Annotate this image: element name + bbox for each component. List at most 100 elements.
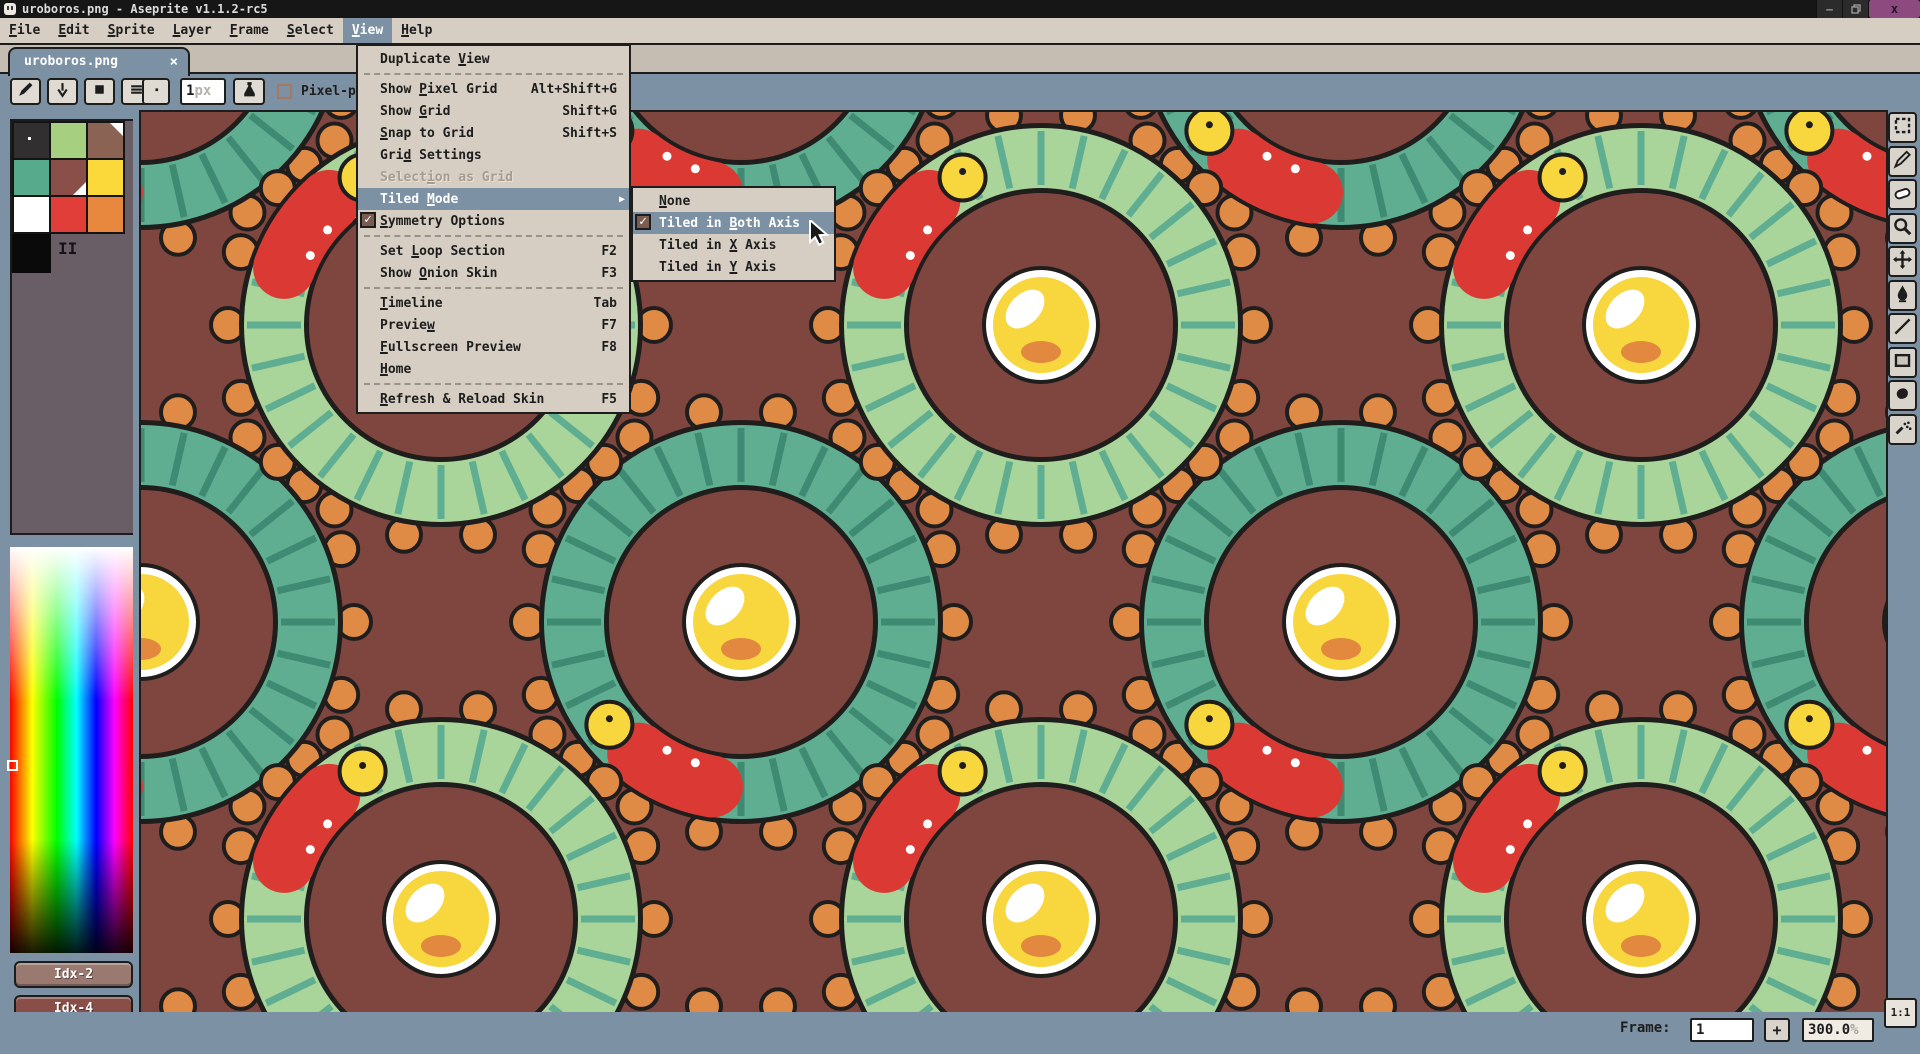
menu-select[interactable]: Select	[278, 18, 343, 43]
palette-swatch-0[interactable]	[14, 123, 49, 158]
zoom-icon	[1893, 217, 1912, 240]
menu-item-tiled-in-y-axis[interactable]: Tiled in Y Axis	[633, 256, 834, 278]
menu-edit[interactable]: Edit	[49, 18, 98, 43]
menu-item-set-loop-section[interactable]: Set Loop SectionF2	[358, 240, 629, 262]
menu-item-show-grid[interactable]: Show GridShift+G	[358, 100, 629, 122]
square-button[interactable]	[84, 78, 115, 105]
move-tool-button[interactable]	[1888, 246, 1917, 277]
pixel-perfect-checkbox[interactable]	[277, 84, 292, 99]
palette-swatches	[12, 121, 125, 234]
minimize-button[interactable]: –	[1816, 0, 1842, 18]
palette-swatch-2[interactable]	[88, 123, 123, 158]
palette-pause-mark: II	[58, 239, 77, 258]
menu-item-timeline[interactable]: TimelineTab	[358, 292, 629, 314]
ink-tool-button[interactable]	[1888, 280, 1917, 311]
menu-item-tiled-mode[interactable]: Tiled Mode▶	[358, 188, 629, 210]
spectrum-marker[interactable]	[7, 760, 18, 771]
add-frame-button[interactable]: +	[1764, 1018, 1790, 1042]
spray-icon	[1893, 418, 1912, 441]
menu-item-show-pixel-grid[interactable]: Show Pixel GridAlt+Shift+G	[358, 78, 629, 100]
palette-swatch-6[interactable]	[14, 197, 49, 232]
line-tool-button[interactable]	[1888, 313, 1917, 344]
frame-number-input[interactable]: 1	[1690, 1018, 1754, 1042]
menu-item-duplicate-view[interactable]: Duplicate View	[358, 48, 629, 70]
menu-item-grid-settings[interactable]: Grid Settings	[358, 144, 629, 166]
actual-size-button[interactable]: 1:1	[1884, 998, 1917, 1028]
menu-shortcut: F7	[601, 318, 617, 333]
checkbox-checked-icon: ✓	[360, 212, 376, 228]
menu-item-symmetry-options[interactable]: ✓Symmetry Options	[358, 210, 629, 232]
aseprite-window: uroboros.png - Aseprite v1.1.2-rc5 – x F…	[0, 0, 1920, 1054]
palette-swatch-5[interactable]	[88, 160, 123, 195]
submenu-arrow-icon: ▶	[619, 194, 625, 205]
menu-shortcut: Alt+Shift+G	[531, 82, 617, 97]
menu-shortcut: F2	[601, 244, 617, 259]
spray-tool-button[interactable]	[1888, 414, 1917, 445]
palette-swatch-4[interactable]	[51, 160, 86, 195]
tab-uroboros[interactable]: uroboros.png ×	[8, 47, 190, 76]
eraser-icon	[1893, 183, 1912, 206]
brush-button[interactable]	[10, 78, 41, 105]
contour-icon	[1893, 384, 1912, 407]
menu-item-show-onion-skin[interactable]: Show Onion SkinF3	[358, 262, 629, 284]
palette-swatch-black[interactable]	[12, 234, 51, 273]
restore-button[interactable]	[1842, 0, 1868, 18]
menu-sprite[interactable]: Sprite	[99, 18, 164, 43]
rectangle-tool-button[interactable]	[1888, 347, 1917, 378]
contour-tool-button[interactable]	[1888, 380, 1917, 411]
palette-swatch-7[interactable]	[51, 197, 86, 232]
menu-separator	[364, 235, 623, 237]
frame-label: Frame:	[1620, 1020, 1671, 1036]
menu-shortcut: F3	[601, 266, 617, 281]
menu-separator	[364, 383, 623, 385]
arrow-down-button[interactable]	[47, 78, 78, 105]
dot-button[interactable]	[142, 78, 170, 105]
menu-item-refresh-reload-skin[interactable]: Refresh & Reload SkinF5	[358, 388, 629, 410]
tab-title: uroboros.png	[24, 54, 118, 69]
view-menu: Duplicate View Show Pixel GridAlt+Shift+G…	[356, 44, 631, 414]
menu-file[interactable]: File	[0, 18, 49, 43]
mouse-cursor	[808, 220, 834, 246]
zoom-level-box[interactable]: 300.0%	[1802, 1018, 1874, 1042]
dot-icon	[148, 81, 165, 102]
restore-icon	[1851, 4, 1861, 14]
palette-swatch-1[interactable]	[51, 123, 86, 158]
menu-frame[interactable]: Frame	[221, 18, 278, 43]
menu-item-preview[interactable]: PreviewF7	[358, 314, 629, 336]
rectangular-marquee-icon	[1893, 116, 1912, 139]
menu-view[interactable]: View	[343, 18, 392, 43]
line-icon	[1893, 317, 1912, 340]
palette-swatch-8[interactable]	[88, 197, 123, 232]
color-spectrum-picker[interactable]	[10, 547, 133, 953]
eraser-tool-button[interactable]	[1888, 179, 1917, 210]
menu-item-selection-as-grid: Selection as Grid	[358, 166, 629, 188]
zoom-tool-button[interactable]	[1888, 213, 1917, 244]
menu-shortcut: F8	[601, 340, 617, 355]
menu-separator	[364, 73, 623, 75]
menu-item-none[interactable]: None	[633, 190, 834, 212]
palette-swatch-3[interactable]	[14, 160, 49, 195]
close-button[interactable]: x	[1868, 0, 1920, 18]
menu-item-tiled-in-both-axis[interactable]: ✓Tiled in Both Axis	[633, 212, 834, 234]
selected-color-dot	[28, 137, 31, 140]
pixel-perfect-label: Pixel-pe	[301, 76, 364, 107]
rectangular-marquee-tool-button[interactable]	[1888, 112, 1917, 143]
foreground-color-button[interactable]: Idx-2	[14, 961, 133, 988]
context-toolbar: 1px Pixel-pe	[0, 76, 1920, 112]
palette-panel: II	[10, 119, 133, 535]
pencil-tool-button[interactable]	[1888, 146, 1917, 177]
brush-icon	[17, 81, 34, 102]
tab-close-icon[interactable]: ×	[170, 54, 178, 70]
aseprite-logo-icon	[4, 3, 16, 15]
square-icon	[91, 81, 108, 102]
ink-button[interactable]	[233, 78, 265, 105]
menu-item-tiled-in-x-axis[interactable]: Tiled in X Axis	[633, 234, 834, 256]
menu-item-home[interactable]: Home	[358, 358, 629, 380]
ink-bottle-icon	[241, 81, 258, 102]
brush-size-input[interactable]: 1px	[180, 78, 226, 105]
menu-item-snap-to-grid[interactable]: Snap to GridShift+S	[358, 122, 629, 144]
menu-separator	[364, 287, 623, 289]
menu-help[interactable]: Help	[392, 18, 441, 43]
menu-item-fullscreen-preview[interactable]: Fullscreen PreviewF8	[358, 336, 629, 358]
menu-layer[interactable]: Layer	[164, 18, 221, 43]
